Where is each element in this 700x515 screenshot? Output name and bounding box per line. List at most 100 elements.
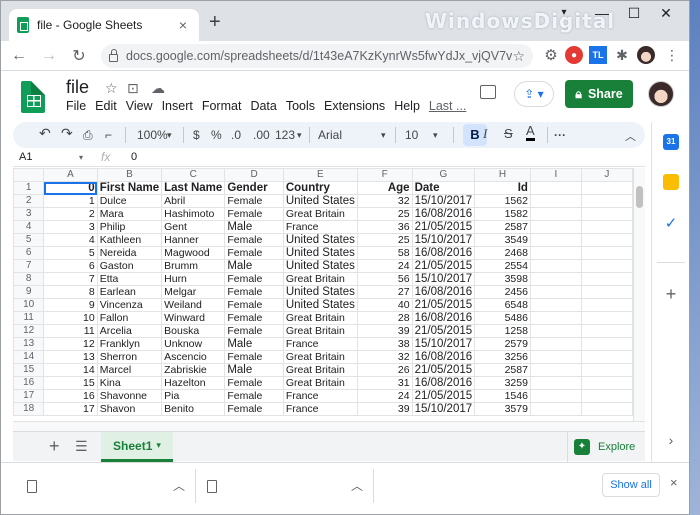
- menu-tools[interactable]: Tools: [286, 99, 315, 113]
- row-header[interactable]: 1: [13, 181, 45, 195]
- font-chevron-icon[interactable]: ▾: [381, 130, 386, 141]
- grid-cell[interactable]: Marcel: [96, 363, 163, 377]
- grid-cell[interactable]: Hurn: [161, 272, 226, 286]
- more-formats-chevron-icon[interactable]: ▾: [297, 130, 302, 141]
- grid-cell[interactable]: [529, 272, 582, 286]
- scroll-thumb[interactable]: [636, 186, 643, 208]
- grid-cell[interactable]: United States: [282, 233, 358, 247]
- column-header[interactable]: J: [580, 168, 633, 182]
- grid-cell[interactable]: Gent: [161, 220, 226, 234]
- menu-insert[interactable]: Insert: [162, 99, 193, 113]
- tab-close-icon[interactable]: ×: [175, 17, 191, 33]
- grid-cell[interactable]: Sherron: [96, 350, 163, 364]
- present-button[interactable]: ⇪ ▾: [514, 81, 554, 107]
- name-box[interactable]: A1: [19, 151, 32, 163]
- grid-cell[interactable]: Hashimoto: [161, 207, 226, 221]
- grid-cell[interactable]: Mara: [96, 207, 163, 221]
- grid-cell[interactable]: Male: [224, 337, 284, 351]
- extensions-puzzle-icon[interactable]: ✱: [613, 46, 631, 64]
- menu-help[interactable]: Help: [394, 99, 420, 113]
- grid-cell[interactable]: 15/10/2017: [411, 272, 476, 286]
- column-header[interactable]: B: [96, 168, 163, 182]
- grid-cell[interactable]: 21/05/2015: [411, 298, 476, 312]
- menu-file[interactable]: File: [66, 99, 86, 113]
- grid-cell[interactable]: [529, 298, 582, 312]
- grid-cell[interactable]: 15: [43, 376, 98, 390]
- more-formats-button[interactable]: 123: [275, 128, 295, 142]
- grid-cell[interactable]: 11: [43, 324, 98, 338]
- tab-search-icon[interactable]: ▾: [549, 7, 579, 18]
- grid-cell[interactable]: Female: [224, 389, 284, 403]
- show-all-button[interactable]: Show all: [602, 473, 660, 497]
- grid-cell[interactable]: [529, 402, 582, 416]
- grid-cell[interactable]: Zabriskie: [161, 363, 226, 377]
- font-size-chevron-icon[interactable]: ▾: [433, 130, 438, 141]
- grid-cell[interactable]: [529, 246, 582, 260]
- grid-cell[interactable]: Female: [224, 311, 284, 325]
- reload-icon[interactable]: ↻: [67, 46, 91, 66]
- grid-cell[interactable]: [529, 285, 582, 299]
- grid-cell[interactable]: 21/05/2015: [411, 324, 476, 338]
- grid-cell[interactable]: 24: [356, 259, 413, 273]
- grid-cell[interactable]: Age: [356, 181, 413, 195]
- grid-cell[interactable]: 1562: [474, 194, 531, 208]
- grid-cell[interactable]: Bouska: [161, 324, 226, 338]
- download-chevron-icon[interactable]: ︿: [351, 477, 363, 494]
- menu-extensions[interactable]: Extensions: [324, 99, 385, 113]
- grid-cell[interactable]: 2579: [474, 337, 531, 351]
- grid-cell[interactable]: 5: [43, 246, 98, 260]
- grid-cell[interactable]: 6: [43, 259, 98, 273]
- grid-cell[interactable]: 16/08/2016: [411, 207, 476, 221]
- paint-format-icon[interactable]: ⌐: [105, 128, 112, 142]
- grid-cell[interactable]: 2456: [474, 285, 531, 299]
- row-header[interactable]: 10: [13, 298, 45, 312]
- grid-cell[interactable]: [529, 376, 582, 390]
- grid-cell[interactable]: [529, 350, 582, 364]
- grid-cell[interactable]: 21/05/2015: [411, 259, 476, 273]
- grid-cell[interactable]: 9: [43, 298, 98, 312]
- minimize-icon[interactable]: —: [587, 5, 617, 21]
- row-header[interactable]: 4: [13, 220, 45, 234]
- grid-cell[interactable]: Female: [224, 350, 284, 364]
- grid-cell[interactable]: France: [282, 220, 358, 234]
- row-header[interactable]: 5: [13, 233, 45, 247]
- grid-cell[interactable]: 2587: [474, 363, 531, 377]
- redo-icon[interactable]: ↷: [61, 125, 73, 142]
- account-avatar[interactable]: [648, 81, 674, 107]
- grid-cell[interactable]: Female: [224, 207, 284, 221]
- grid-cell[interactable]: 58: [356, 246, 413, 260]
- maximize-icon[interactable]: ☐: [619, 5, 649, 22]
- grid-cell[interactable]: 5486: [474, 311, 531, 325]
- grid-cell[interactable]: Fallon: [96, 311, 163, 325]
- vertical-scrollbar[interactable]: [633, 168, 645, 421]
- menu-view[interactable]: View: [126, 99, 153, 113]
- font-size-select[interactable]: 10: [405, 128, 418, 142]
- grid-cell[interactable]: 21/05/2015: [411, 220, 476, 234]
- row-header[interactable]: 11: [13, 311, 45, 325]
- grid-cell[interactable]: Kina: [96, 376, 163, 390]
- grid-cell[interactable]: First Name: [96, 181, 163, 195]
- grid-cell[interactable]: Female: [224, 233, 284, 247]
- grid-cell[interactable]: [580, 246, 633, 260]
- name-box-chevron-icon[interactable]: ▾: [79, 153, 83, 162]
- grid-cell[interactable]: [580, 350, 633, 364]
- grid-cell[interactable]: 16/08/2016: [411, 350, 476, 364]
- grid-cell[interactable]: [580, 233, 633, 247]
- row-header[interactable]: 12: [13, 324, 45, 338]
- row-header[interactable]: 8: [13, 272, 45, 286]
- strikethrough-button[interactable]: S: [504, 126, 513, 141]
- sheets-logo-icon[interactable]: [21, 81, 45, 113]
- grid-cell[interactable]: Earlean: [96, 285, 163, 299]
- grid-cell[interactable]: 15/10/2017: [411, 233, 476, 247]
- grid-cell[interactable]: Dulce: [96, 194, 163, 208]
- grid-cell[interactable]: France: [282, 337, 358, 351]
- expand-panel-icon[interactable]: ›: [663, 432, 679, 448]
- grid-cell[interactable]: Hazelton: [161, 376, 226, 390]
- percent-button[interactable]: %: [211, 128, 222, 142]
- grid-cell[interactable]: 26: [356, 363, 413, 377]
- row-header[interactable]: 6: [13, 246, 45, 260]
- row-header[interactable]: 16: [13, 376, 45, 390]
- download-item[interactable]: [181, 463, 371, 509]
- move-folder-icon[interactable]: ⊡: [127, 80, 139, 97]
- forward-icon[interactable]: →: [37, 47, 61, 65]
